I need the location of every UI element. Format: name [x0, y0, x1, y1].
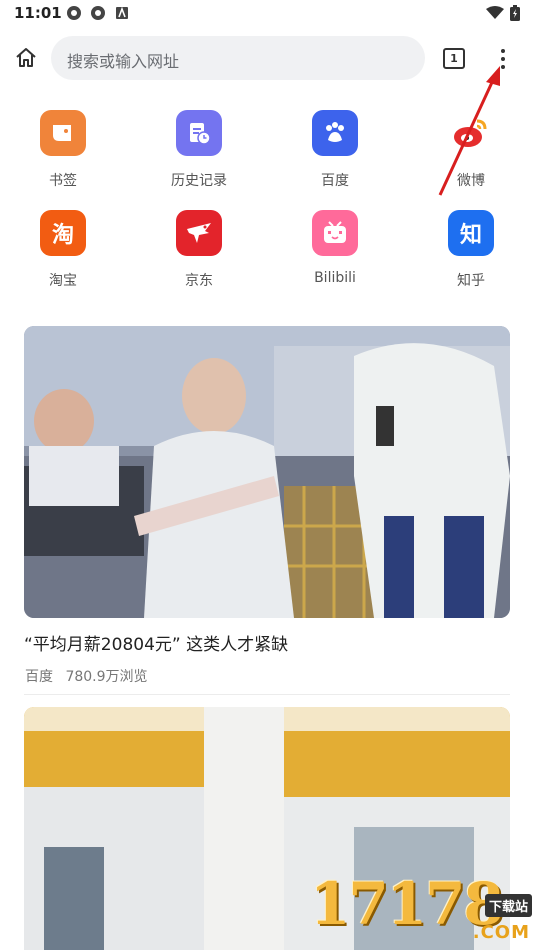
shortcut-label: 百度 [321, 173, 349, 189]
wifi-icon [486, 6, 504, 19]
news-source: 百度 [25, 669, 53, 685]
app-notification-icon [116, 6, 128, 19]
battery-icon [510, 5, 520, 21]
address-bar-placeholder: 搜索或输入网址 [67, 52, 180, 71]
site-watermark: 17178 下载站 .COM [310, 864, 534, 950]
more-dot [501, 49, 505, 53]
sync-notification-icon [67, 6, 81, 20]
shortcut-label: 知乎 [457, 273, 485, 289]
status-bar: 11:01 [0, 0, 534, 28]
taobao-icon: 淘 [40, 210, 86, 256]
news-photo [24, 326, 510, 618]
annotation-arrow-icon [438, 66, 500, 196]
shortcut-bookmarks[interactable]: 书签 [13, 110, 113, 190]
shortcut-label: 淘宝 [49, 273, 77, 289]
shortcut-bilibili[interactable]: Bilibili [285, 210, 385, 286]
address-bar[interactable]: 搜索或输入网址 [51, 36, 425, 80]
baidu-paw-icon [312, 110, 358, 156]
shortcut-label: 书签 [49, 173, 77, 189]
home-button[interactable] [12, 44, 40, 72]
home-icon [16, 48, 36, 67]
shortcut-taobao[interactable]: 淘 淘宝 [13, 210, 113, 290]
news-title[interactable]: “平均月薪20804元” 这类人才紧缺 [24, 630, 288, 655]
shortcut-zhihu[interactable]: 知 知乎 [421, 210, 521, 290]
jd-dog-icon [176, 210, 222, 256]
history-icon [176, 110, 222, 156]
sync-notification-icon [91, 6, 105, 20]
shortcut-label: 京东 [185, 273, 213, 289]
shortcut-label: 历史记录 [171, 173, 227, 189]
watermark-tag: 下载站 [484, 894, 532, 917]
zhihu-icon: 知 [448, 210, 494, 256]
watermark-domain: .COM [472, 922, 530, 943]
bilibili-tv-icon [312, 210, 358, 256]
news-card-image[interactable] [24, 326, 510, 618]
shortcut-label: Bilibili [314, 270, 356, 286]
shortcut-baidu[interactable]: 百度 [285, 110, 385, 190]
feed-divider [24, 694, 510, 695]
status-time: 11:01 [14, 4, 62, 22]
shortcut-history[interactable]: 历史记录 [149, 110, 249, 190]
news-views: 780.9万浏览 [65, 669, 148, 685]
bookmark-icon [40, 110, 86, 156]
news-meta: 百度 780.9万浏览 [25, 666, 148, 686]
shortcut-jd[interactable]: 京东 [149, 210, 249, 290]
